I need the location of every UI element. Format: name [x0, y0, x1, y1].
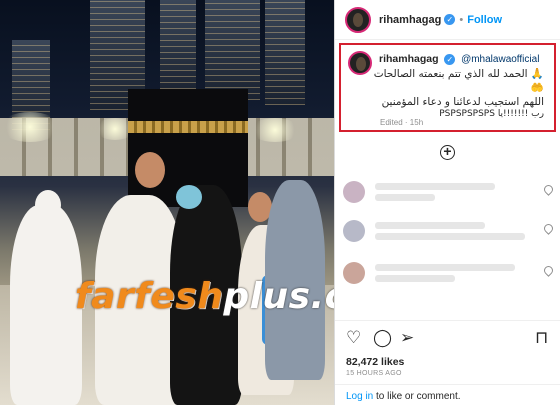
caption-avatar[interactable] — [348, 51, 372, 75]
caption-username[interactable]: rihamhagag — [379, 53, 439, 65]
caption-line: اللهم استجيب لدعائنا و دعاء المؤمنين — [381, 96, 544, 108]
face-mask — [176, 185, 202, 209]
caption-line: رب !!!!!!!يا PSPSPSPSPS — [439, 109, 544, 119]
person-woman-white — [10, 205, 82, 405]
building — [265, 0, 305, 105]
person-head — [35, 190, 61, 220]
verified-icon: ✓ — [444, 53, 456, 65]
mention-link[interactable]: @mhalawaofficial — [461, 54, 539, 65]
caption-header: rihamhagag ✓ @mhalawaofficial — [379, 53, 539, 65]
load-more-comments-icon[interactable]: + — [440, 144, 455, 160]
heart-icon[interactable]: ♡ — [346, 329, 361, 346]
building — [160, 0, 196, 95]
post-panel: rihamhagag ✓ • Follow rihamhagag ✓ @mhal… — [334, 0, 560, 405]
caption-line: 🙏 الحمد لله الذي تتم بنعمته الصالحات — [373, 68, 544, 80]
person-head — [135, 152, 165, 188]
comment-icon[interactable]: ◯ — [373, 329, 392, 346]
separator: • — [459, 13, 464, 26]
timestamp: 15 HOURS AGO — [346, 370, 402, 377]
comment-avatar[interactable] — [343, 220, 365, 242]
like-comment-icon[interactable] — [542, 264, 555, 277]
likes-count[interactable]: 82,472 likes — [346, 356, 404, 368]
login-link[interactable]: Log in — [346, 391, 373, 402]
bookmark-icon[interactable]: ⊓ — [535, 329, 548, 346]
comment-item — [343, 258, 555, 288]
post-photo: farfeshplus.com — [0, 0, 334, 405]
watermark: farfeshplus.com — [75, 276, 334, 317]
edited-label: Edited · 15h — [380, 118, 424, 127]
comment-item — [343, 177, 555, 207]
login-footer: Log in to like or comment. — [335, 384, 560, 405]
avatar[interactable] — [345, 6, 371, 33]
comment-avatar[interactable] — [343, 262, 365, 284]
caption-line: 🤲 — [530, 82, 544, 94]
like-comment-icon[interactable] — [542, 183, 555, 196]
username[interactable]: rihamhagag — [379, 14, 441, 26]
comment-avatar[interactable] — [343, 181, 365, 203]
like-comment-icon[interactable] — [542, 222, 555, 235]
follow-button[interactable]: Follow — [467, 14, 502, 26]
action-bar: ♡ ◯ ➢ ⊓ — [335, 320, 560, 350]
verified-icon: ✓ — [444, 14, 456, 25]
post-header: rihamhagag ✓ • Follow — [335, 0, 560, 40]
share-icon[interactable]: ➢ — [400, 329, 414, 346]
caption-highlight: rihamhagag ✓ @mhalawaofficial 🙏 الحمد لل… — [339, 43, 556, 132]
comment-item — [343, 216, 555, 246]
footer-text: to like or comment. — [373, 391, 461, 402]
clock-tower — [205, 0, 260, 100]
